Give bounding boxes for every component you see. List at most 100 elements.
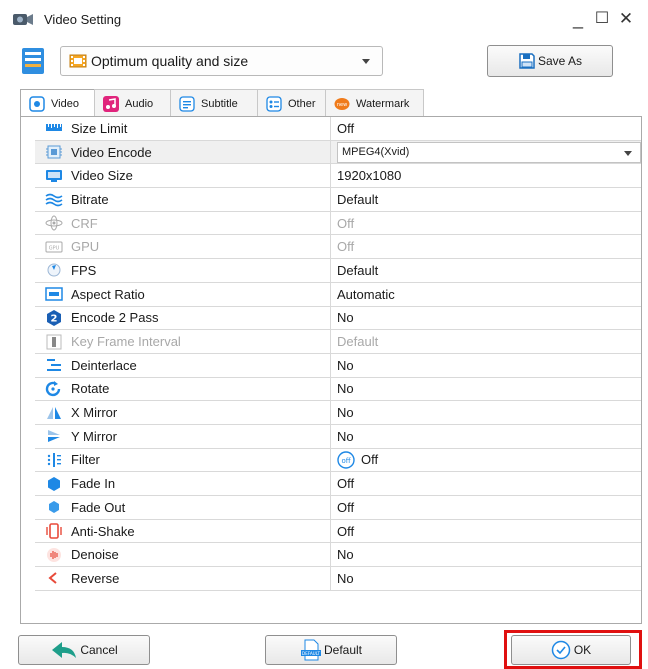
setting-value[interactable]: Off bbox=[331, 520, 641, 543]
tab-other-label: Other bbox=[288, 97, 316, 110]
setting-name: Key Frame Interval bbox=[71, 334, 181, 350]
cancel-label: Cancel bbox=[80, 643, 118, 657]
setting-row-filter[interactable]: Filter off Off bbox=[35, 448, 641, 473]
minimize-button[interactable]: _ bbox=[568, 6, 588, 32]
setting-value: Off bbox=[337, 215, 355, 231]
y-mirror-icon bbox=[45, 428, 63, 444]
setting-name: FPS bbox=[71, 262, 97, 278]
setting-row-gpu: GPU GPU Off bbox=[35, 235, 641, 260]
monitor-icon bbox=[45, 168, 63, 184]
setting-row-video-size[interactable]: Video Size 1920x1080 bbox=[35, 164, 641, 189]
setting-row-fps[interactable]: FPS Default bbox=[35, 259, 641, 283]
x-mirror-icon bbox=[45, 405, 63, 421]
setting-row-x-mirror[interactable]: X Mirror No bbox=[35, 401, 641, 425]
svg-text:DEFAULT: DEFAULT bbox=[302, 651, 321, 656]
setting-row-crf: CRF Off bbox=[35, 211, 641, 236]
atom-icon bbox=[45, 215, 63, 231]
rotate-icon bbox=[45, 380, 63, 397]
chevron-down-icon bbox=[362, 59, 370, 64]
setting-name: Encode 2 Pass bbox=[71, 310, 159, 326]
save-icon bbox=[518, 52, 536, 70]
setting-row-rotate[interactable]: Rotate No bbox=[35, 377, 641, 402]
setting-value[interactable]: Off bbox=[331, 472, 641, 495]
setting-value[interactable]: No bbox=[331, 425, 641, 448]
tab-subtitle[interactable]: Subtitle bbox=[170, 89, 258, 117]
setting-value[interactable]: No bbox=[331, 354, 641, 377]
app-icon bbox=[12, 10, 34, 30]
default-button[interactable]: DEFAULT Default bbox=[265, 635, 397, 665]
wave-icon bbox=[45, 191, 63, 207]
setting-value: Off bbox=[337, 239, 355, 255]
svg-text:new: new bbox=[337, 102, 347, 108]
tab-bar: Video Audio Subtitle Other new Watermark bbox=[20, 89, 424, 118]
setting-value[interactable]: Automatic bbox=[331, 283, 641, 306]
title-bar: Video Setting _ ☐ ✕ bbox=[0, 0, 648, 40]
profile-dropdown[interactable]: Optimum quality and size bbox=[60, 46, 383, 76]
settings-grid: Size Limit Off Video Encode MPEG4(Xvid) … bbox=[35, 117, 641, 591]
setting-name: Fade Out bbox=[71, 499, 126, 515]
setting-row-encode-2-pass[interactable]: 2 Encode 2 Pass No bbox=[35, 306, 641, 331]
setting-value[interactable]: Off bbox=[331, 117, 641, 140]
chip-icon bbox=[45, 144, 63, 160]
cancel-button[interactable]: Cancel bbox=[18, 635, 150, 665]
setting-row-bitrate[interactable]: Bitrate Default bbox=[35, 188, 641, 212]
setting-row-size-limit[interactable]: Size Limit Off bbox=[35, 117, 641, 141]
setting-value[interactable]: 1920x1080 bbox=[331, 164, 641, 187]
setting-value: Off bbox=[361, 452, 379, 468]
setting-row-anti-shake[interactable]: Anti-Shake Off bbox=[35, 519, 641, 544]
watermark-icon: new bbox=[334, 96, 350, 112]
fade-out-icon bbox=[45, 499, 63, 515]
setting-value[interactable]: Off bbox=[331, 496, 641, 519]
off-toggle-icon[interactable]: off bbox=[337, 451, 355, 469]
setting-value[interactable]: No bbox=[331, 307, 641, 330]
setting-value[interactable]: No bbox=[331, 543, 641, 566]
setting-row-fade-out[interactable]: Fade Out Off bbox=[35, 496, 641, 520]
chevron-down-icon bbox=[624, 150, 632, 156]
setting-value[interactable]: No bbox=[331, 401, 641, 424]
setting-name: Filter bbox=[71, 452, 100, 468]
settings-list-icon bbox=[266, 95, 282, 112]
setting-row-video-encode[interactable]: Video Encode MPEG4(Xvid) bbox=[35, 140, 641, 165]
maximize-button[interactable]: ☐ bbox=[592, 6, 612, 32]
tab-audio[interactable]: Audio bbox=[94, 89, 171, 117]
tab-subtitle-label: Subtitle bbox=[201, 97, 238, 110]
filter-value[interactable]: off Off bbox=[331, 449, 641, 472]
music-note-icon bbox=[103, 95, 119, 112]
anti-shake-icon bbox=[45, 523, 63, 539]
setting-name: X Mirror bbox=[71, 405, 118, 421]
video-encode-dropdown[interactable]: MPEG4(Xvid) bbox=[337, 141, 641, 163]
tab-video[interactable]: Video bbox=[20, 89, 95, 118]
tab-other[interactable]: Other bbox=[257, 89, 326, 117]
setting-name: Video Encode bbox=[71, 144, 152, 160]
setting-name: GPU bbox=[71, 239, 100, 255]
close-button[interactable]: ✕ bbox=[616, 6, 636, 32]
setting-name: Denoise bbox=[71, 547, 119, 563]
setting-row-deinterlace[interactable]: Deinterlace No bbox=[35, 353, 641, 378]
setting-value: Default bbox=[337, 334, 379, 350]
tab-video-label: Video bbox=[51, 98, 79, 110]
setting-row-key-frame-interval: Key Frame Interval Default bbox=[35, 330, 641, 354]
setting-row-fade-in[interactable]: Fade In Off bbox=[35, 472, 641, 496]
setting-value[interactable]: No bbox=[331, 567, 641, 590]
setting-name: CRF bbox=[71, 215, 98, 231]
setting-row-reverse[interactable]: Reverse No bbox=[35, 567, 641, 591]
setting-name: Bitrate bbox=[71, 191, 109, 207]
setting-name: Size Limit bbox=[71, 120, 128, 136]
setting-value[interactable]: Default bbox=[331, 259, 641, 282]
setting-row-aspect-ratio[interactable]: Aspect Ratio Automatic bbox=[35, 282, 641, 307]
save-as-button[interactable]: Save As bbox=[487, 45, 613, 77]
tab-audio-label: Audio bbox=[125, 97, 154, 110]
gpu-icon: GPU bbox=[45, 239, 63, 255]
window-title: Video Setting bbox=[44, 12, 122, 27]
deinterlace-icon bbox=[45, 357, 63, 373]
setting-value[interactable]: Default bbox=[331, 188, 641, 211]
reverse-icon bbox=[45, 570, 63, 586]
video-encode-value: MPEG4(Xvid) bbox=[342, 146, 410, 159]
setting-row-y-mirror[interactable]: Y Mirror No bbox=[35, 424, 641, 449]
tab-watermark[interactable]: new Watermark bbox=[325, 89, 424, 117]
film-icon bbox=[69, 53, 87, 69]
setting-row-denoise[interactable]: Denoise No bbox=[35, 543, 641, 568]
setting-value[interactable]: No bbox=[331, 378, 641, 401]
default-label: Default bbox=[323, 643, 363, 657]
profile-list-icon bbox=[20, 46, 46, 76]
